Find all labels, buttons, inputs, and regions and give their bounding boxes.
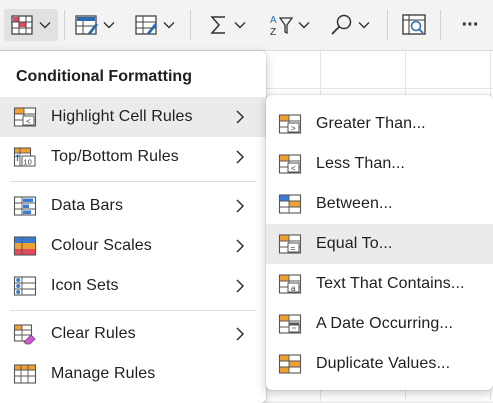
- chevron-right-icon: [236, 199, 245, 213]
- duplicate-values-icon: [278, 354, 302, 374]
- submenu-item-less-than[interactable]: < Less Than...: [266, 144, 493, 184]
- date-occurring-icon: [278, 314, 302, 334]
- menu-item-label: Manage Rules: [51, 365, 156, 382]
- submenu-item-equal-to[interactable]: = Equal To...: [266, 224, 493, 264]
- chevron-down-icon: [163, 22, 175, 29]
- svg-text:>: >: [291, 124, 296, 133]
- submenu-item-duplicate-values[interactable]: Duplicate Values...: [266, 344, 493, 384]
- submenu-item-between[interactable]: Between...: [266, 184, 493, 224]
- find-select-icon: [331, 14, 352, 35]
- find-select-button[interactable]: [327, 9, 377, 41]
- menu-item-manage-rules[interactable]: Manage Rules: [0, 354, 266, 394]
- toolbar-divider: [387, 10, 388, 40]
- svg-text:A: A: [270, 15, 277, 26]
- analyse-data-icon: [402, 14, 426, 35]
- menu-item-icon-sets[interactable]: Icon Sets: [0, 266, 266, 306]
- conditional-formatting-button[interactable]: [4, 9, 58, 41]
- submenu-item-greater-than[interactable]: > Greater Than...: [266, 104, 493, 144]
- analyse-data-button[interactable]: [398, 9, 430, 41]
- sort-filter-icon: A Z: [270, 15, 294, 38]
- submenu-item-text-contains[interactable]: a Text That Contains...: [266, 264, 493, 304]
- more-options-icon: ···: [461, 13, 480, 36]
- svg-text:<: <: [26, 117, 31, 126]
- menu-divider: [10, 310, 256, 311]
- toolbar-divider: [190, 10, 191, 40]
- format-as-table-icon: [75, 15, 98, 35]
- svg-text:Z: Z: [270, 27, 276, 38]
- menu-item-label: Highlight Cell Rules: [51, 108, 193, 125]
- toolbar-divider: [64, 10, 65, 40]
- toolbar-divider: [440, 10, 441, 40]
- equal-to-icon: =: [278, 234, 302, 254]
- menu-item-label: Top/Bottom Rules: [51, 148, 179, 165]
- menu-item-clear-rules[interactable]: Clear Rules: [0, 314, 266, 354]
- more-options-button[interactable]: ···: [455, 9, 485, 41]
- submenu-item-label: Less Than...: [316, 155, 405, 172]
- chevron-right-icon: [236, 239, 245, 253]
- chevron-right-icon: [236, 327, 245, 341]
- highlight-cell-rules-submenu: > Greater Than... < Less Than... Between…: [266, 95, 493, 390]
- chevron-down-icon: [39, 22, 51, 29]
- colour-scales-icon: [13, 236, 37, 256]
- chevron-right-icon: [236, 150, 245, 164]
- data-bars-icon: [13, 196, 37, 216]
- cell-styles-icon: [135, 15, 157, 35]
- submenu-item-label: Text That Contains...: [316, 275, 465, 292]
- menu-item-label: Clear Rules: [51, 325, 136, 342]
- text-contains-icon: a: [278, 274, 302, 294]
- svg-text:a: a: [291, 284, 296, 293]
- menu-divider: [10, 181, 256, 182]
- svg-text:10: 10: [24, 158, 32, 167]
- between-icon: [278, 194, 302, 214]
- chevron-right-icon: [236, 279, 245, 293]
- submenu-item-label: Equal To...: [316, 235, 393, 252]
- submenu-item-label: A Date Occurring...: [316, 315, 454, 332]
- submenu-item-date-occurring[interactable]: A Date Occurring...: [266, 304, 493, 344]
- menu-item-data-bars[interactable]: Data Bars: [0, 186, 266, 226]
- menu-item-highlight-cell-rules[interactable]: < Highlight Cell Rules: [0, 97, 266, 137]
- chevron-down-icon: [358, 22, 370, 29]
- conditional-formatting-icon: [11, 15, 33, 35]
- menu-item-label: Icon Sets: [51, 277, 119, 294]
- ribbon-toolbar: A Z ···: [0, 0, 493, 51]
- cell-styles-button[interactable]: [132, 9, 182, 41]
- autosum-button[interactable]: [203, 9, 253, 41]
- menu-title: Conditional Formatting: [16, 68, 192, 85]
- clear-rules-icon: [13, 324, 36, 345]
- menu-item-colour-scales[interactable]: Colour Scales: [0, 226, 266, 266]
- chevron-down-icon: [103, 22, 115, 29]
- format-as-table-button[interactable]: [72, 9, 122, 41]
- menu-item-top-bottom-rules[interactable]: 10 Top/Bottom Rules: [0, 137, 266, 177]
- svg-text:=: =: [291, 244, 296, 253]
- submenu-item-label: Greater Than...: [316, 115, 426, 132]
- submenu-item-label: Between...: [316, 195, 393, 212]
- greater-than-icon: >: [278, 114, 302, 134]
- chevron-right-icon: [236, 110, 245, 124]
- conditional-formatting-menu: Conditional Formatting < Highlight Cell …: [0, 51, 266, 403]
- highlight-cell-rules-icon: <: [13, 107, 37, 127]
- submenu-item-label: Duplicate Values...: [316, 355, 451, 372]
- less-than-icon: <: [278, 154, 302, 174]
- menu-item-label: Colour Scales: [51, 237, 152, 254]
- manage-rules-icon: [13, 364, 37, 384]
- top-bottom-rules-icon: 10: [13, 147, 36, 167]
- icon-sets-icon: [13, 276, 37, 296]
- sort-filter-button[interactable]: A Z: [265, 9, 315, 41]
- svg-text:<: <: [291, 164, 296, 173]
- chevron-down-icon: [234, 22, 246, 29]
- autosum-icon: [210, 16, 225, 34]
- chevron-down-icon: [298, 22, 310, 29]
- menu-item-label: Data Bars: [51, 197, 124, 214]
